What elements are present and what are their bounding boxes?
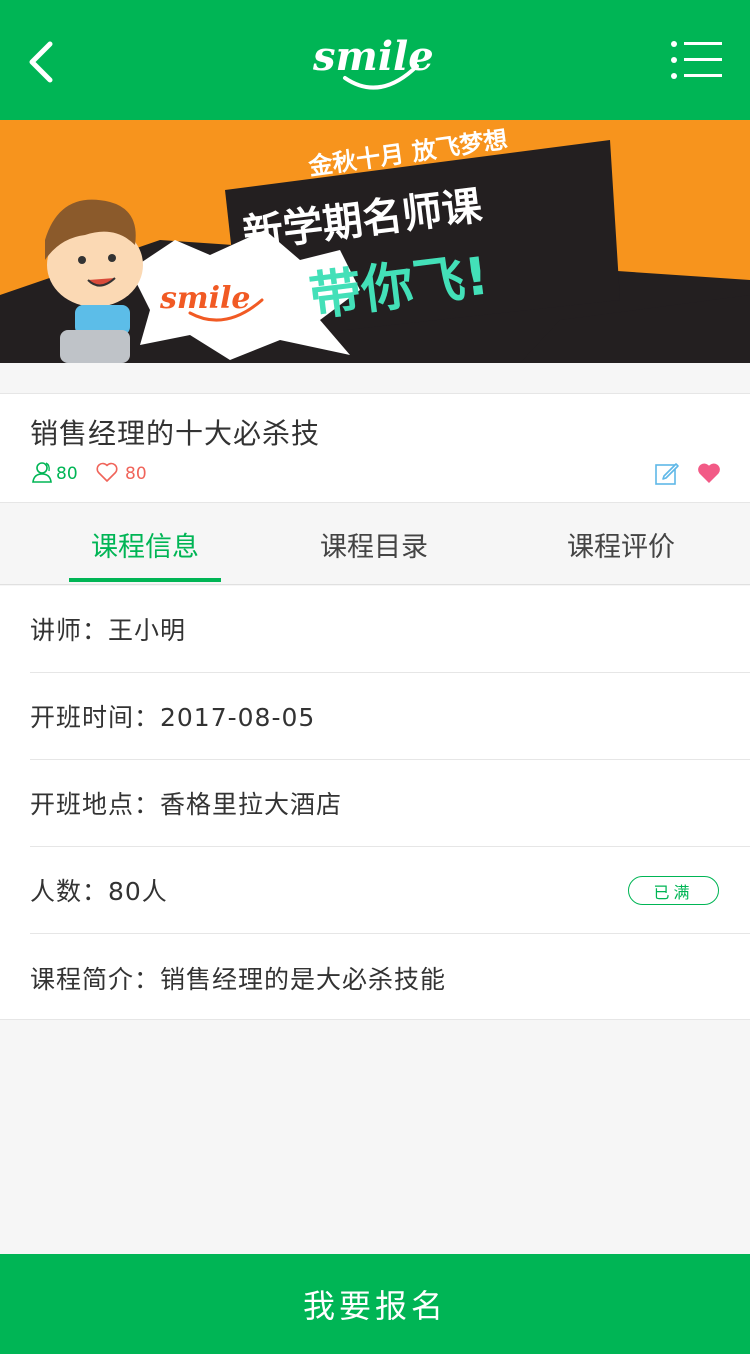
- like-count-value: 80: [125, 464, 147, 484]
- start-time-row: 开班时间：2017-08-05: [30, 673, 750, 760]
- status-badge: 已满: [628, 876, 719, 905]
- intro-text: 课程简介：销售经理的是大必杀技能: [30, 964, 447, 994]
- intro-row: 课程简介：销售经理的是大必杀技能: [30, 934, 750, 1021]
- teacher-text: 讲师：王小明: [30, 616, 187, 645]
- signup-button[interactable]: 我要报名: [0, 1254, 750, 1354]
- back-button[interactable]: [22, 36, 72, 86]
- capacity-text: 人数：80人: [30, 877, 168, 906]
- top-bar: smile: [0, 0, 750, 120]
- logo-text: smile: [312, 33, 434, 80]
- course-tabs: 课程信息 课程目录 课程评价: [0, 503, 750, 585]
- like-count: 80: [95, 458, 147, 486]
- tab-course-catalog[interactable]: 课程目录: [298, 503, 450, 585]
- active-tab-indicator: [69, 578, 221, 582]
- chevron-left-icon: [29, 41, 53, 83]
- banner-logo-text: smile: [159, 281, 251, 316]
- student-count: 80: [30, 458, 78, 486]
- heart-filled-icon: [698, 463, 720, 483]
- menu-button[interactable]: [670, 38, 726, 84]
- smile-logo: smile: [305, 20, 435, 100]
- edit-icon: [655, 463, 679, 485]
- edit-button[interactable]: [654, 460, 680, 486]
- favorite-button[interactable]: [696, 460, 722, 486]
- location-row: 开班地点：香格里拉大酒店: [30, 760, 750, 847]
- course-title: 销售经理的十大必杀技: [30, 417, 321, 450]
- user-icon: [32, 462, 52, 483]
- location-text: 开班地点：香格里拉大酒店: [30, 790, 343, 819]
- list-menu-icon: [671, 41, 722, 79]
- capacity-row: 人数：80人 已满: [30, 847, 750, 934]
- heart-outline-icon: [96, 462, 118, 482]
- tab-course-info[interactable]: 课程信息: [69, 503, 221, 585]
- start-time-text: 开班时间：2017-08-05: [30, 703, 316, 732]
- student-count-value: 80: [56, 464, 78, 484]
- teacher-row: 讲师：王小明: [30, 586, 750, 673]
- tab-course-reviews[interactable]: 课程评价: [545, 503, 697, 585]
- promo-banner[interactable]: smile 金秋十月 放飞梦想 新学期名师课 带你飞!: [0, 120, 750, 363]
- course-summary: 销售经理的十大必杀技 80 80: [0, 393, 750, 503]
- course-info-list: 讲师：王小明 开班时间：2017-08-05 开班地点：香格里拉大酒店 人数：8…: [0, 586, 750, 1020]
